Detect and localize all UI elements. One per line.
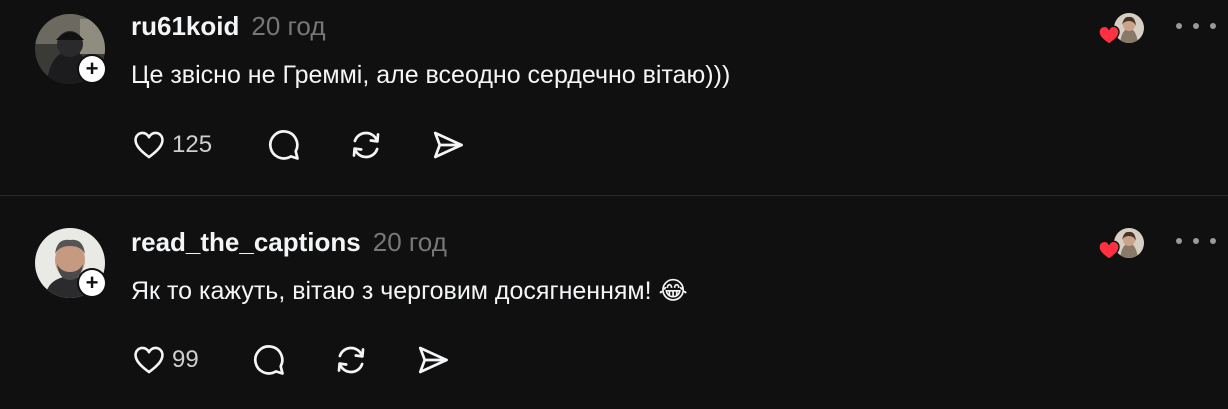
repost-icon [337, 346, 365, 374]
plus-icon: + [79, 270, 105, 296]
comment-icon [253, 345, 284, 375]
heart-icon [1098, 240, 1120, 260]
comment-button[interactable] [251, 342, 287, 378]
action-bar: 99 [130, 342, 451, 378]
comment-icon [269, 130, 299, 160]
heart-icon [134, 346, 164, 374]
follow-button[interactable]: + [77, 268, 107, 298]
more-button[interactable] [1176, 231, 1216, 251]
heart-icon [1098, 25, 1120, 45]
more-button[interactable] [1176, 16, 1216, 36]
like-count: 125 [172, 131, 213, 158]
share-button[interactable] [430, 127, 466, 163]
share-button[interactable] [415, 342, 451, 378]
action-bar: 125 [130, 127, 466, 163]
more-icon [1176, 238, 1216, 244]
post: + ru61koid 20 год Це звісно не Греммі, а… [0, 0, 1228, 195]
follow-button[interactable]: + [77, 54, 107, 84]
repost-button[interactable] [348, 127, 384, 163]
like-count: 99 [172, 346, 199, 373]
like-button[interactable]: 125 [130, 128, 212, 162]
avatar[interactable]: + [35, 228, 107, 298]
liked-by-author [1098, 13, 1146, 47]
plus-icon: + [79, 56, 105, 82]
post-text: Як то кажуть, вітаю з черговим досягненн… [131, 277, 688, 305]
liked-by-author [1098, 228, 1146, 262]
avatar[interactable]: + [35, 14, 107, 84]
repost-button[interactable] [333, 342, 369, 378]
post-text: Це звісно не Греммі, але всеодно сердечн… [131, 61, 731, 89]
send-icon [418, 346, 448, 374]
timestamp[interactable]: 20 год [373, 227, 447, 258]
post: + read_the_captions 20 год Як то кажуть,… [0, 196, 1228, 409]
like-button[interactable]: 99 [130, 343, 199, 377]
more-icon [1176, 23, 1216, 29]
send-icon [433, 131, 463, 159]
username[interactable]: ru61koid [131, 11, 239, 42]
heart-icon [134, 131, 164, 159]
comment-button[interactable] [266, 127, 302, 163]
repost-icon [352, 131, 380, 159]
post-header: ru61koid 20 год [131, 11, 326, 42]
username[interactable]: read_the_captions [131, 227, 361, 258]
timestamp[interactable]: 20 год [251, 11, 325, 42]
post-header: read_the_captions 20 год [131, 227, 447, 258]
